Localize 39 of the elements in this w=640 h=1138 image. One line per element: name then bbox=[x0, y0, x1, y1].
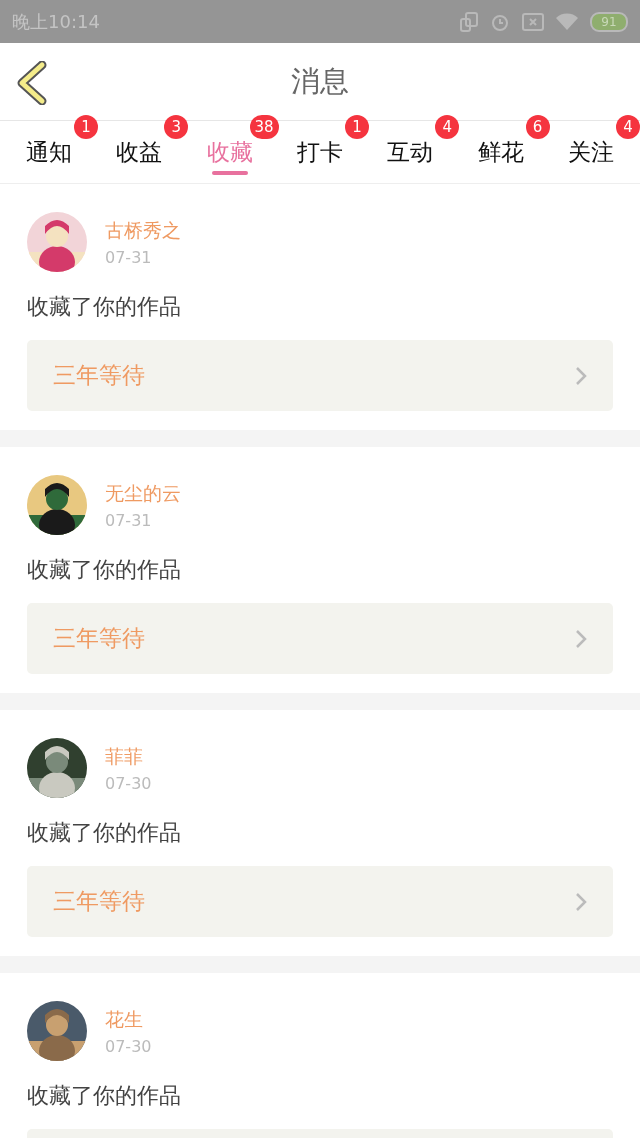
message-text: 收藏了你的作品 bbox=[27, 293, 182, 321]
tab[interactable]: 互动 bbox=[387, 136, 434, 168]
count-badge: 1 bbox=[345, 115, 369, 139]
count-badge: 4 bbox=[435, 115, 460, 139]
work-link[interactable]: 三年等待 bbox=[27, 603, 613, 674]
tab[interactable]: 通知 bbox=[26, 136, 72, 168]
wifi-icon bbox=[556, 13, 578, 30]
user-name[interactable]: 菲菲 bbox=[105, 743, 152, 770]
message-date: 07-30 bbox=[105, 1036, 152, 1056]
tab[interactable]: 打卡 bbox=[297, 136, 343, 168]
screen-rotation-icon bbox=[460, 11, 478, 32]
back-icon[interactable] bbox=[16, 61, 48, 105]
work-link[interactable]: 三年等待 bbox=[27, 340, 613, 411]
count-badge: 3 bbox=[164, 115, 189, 139]
tab[interactable]: 收益 bbox=[116, 136, 163, 168]
message-date: 07-31 bbox=[105, 510, 153, 530]
page-title: 消息 bbox=[291, 62, 349, 100]
tab[interactable]: 关注 bbox=[567, 136, 614, 168]
chevron-right-icon bbox=[575, 628, 587, 649]
message-text: 收藏了你的作品 bbox=[27, 556, 182, 584]
user-name[interactable]: 花生 bbox=[105, 1006, 152, 1033]
no-sim-icon bbox=[522, 12, 544, 31]
battery-icon: 91 bbox=[590, 11, 628, 32]
count-badge: 6 bbox=[525, 115, 550, 139]
chevron-right-icon bbox=[575, 365, 587, 386]
message-text: 收藏了你的作品 bbox=[27, 1082, 182, 1110]
user-name[interactable]: 无尘的云 bbox=[105, 480, 181, 507]
count-badge: 1 bbox=[74, 115, 98, 139]
count-badge: 4 bbox=[615, 115, 640, 139]
message-date: 07-30 bbox=[105, 773, 152, 793]
tab-underline bbox=[211, 171, 248, 175]
tab[interactable]: 鲜花 bbox=[477, 136, 524, 168]
user-name[interactable]: 古桥秀之 bbox=[105, 217, 181, 244]
tab[interactable]: 收藏 bbox=[206, 136, 253, 168]
chevron-right-icon bbox=[575, 891, 587, 912]
work-link[interactable]: 三年等待 bbox=[27, 866, 613, 937]
count-badge: 38 bbox=[249, 115, 279, 139]
message-text: 收藏了你的作品 bbox=[27, 819, 182, 847]
message-date: 07-31 bbox=[105, 247, 153, 267]
